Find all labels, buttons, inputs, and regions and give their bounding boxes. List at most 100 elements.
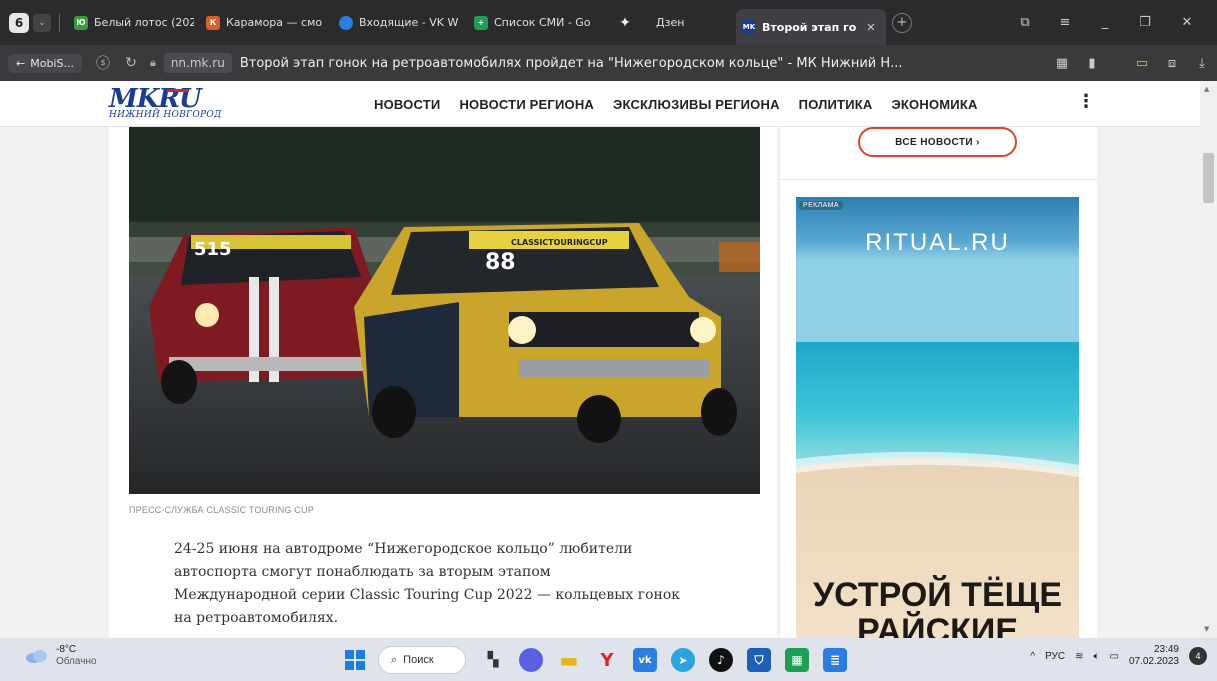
tab-label: Белый лотос (202: [94, 16, 194, 29]
race-cars-photo: 515 CLASSICTOURINGCUP 88: [129, 127, 760, 494]
menu-icon[interactable]: ≡: [1045, 0, 1085, 45]
article-photo: 515 CLASSICTOURINGCUP 88: [129, 127, 760, 494]
nav-link-politics[interactable]: ПОЛИТИКА: [799, 97, 873, 112]
clock-time: 23:49: [1153, 644, 1179, 655]
browser-tab-2[interactable]: К Карамора — смо: [200, 0, 333, 45]
wifi-icon[interactable]: ≋: [1075, 651, 1083, 662]
windshield-banner-text: CLASSICTOURINGCUP: [511, 238, 608, 247]
tab-label: Карамора — смо: [226, 16, 323, 29]
close-icon[interactable]: ✕: [866, 21, 875, 34]
search-label: Поиск: [403, 654, 434, 666]
task-view-icon[interactable]: ▚: [478, 645, 508, 675]
browser-tab-4[interactable]: + Список СМИ - Go: [468, 0, 608, 45]
tab-favicon-icon: MK: [742, 20, 756, 34]
windows-start-icon[interactable]: [340, 645, 370, 675]
site-logo[interactable]: MKRU НИЖНИЙ НОВГОРОД: [109, 86, 222, 120]
lead-line: 24-25 июня на автодроме “Нижегородское к…: [174, 541, 633, 557]
download-icon[interactable]: ⤓: [1187, 56, 1217, 71]
lock-icon: 🔒︎: [149, 56, 156, 69]
notifications-badge[interactable]: 4: [1189, 647, 1207, 665]
bookmark-icon[interactable]: ▮: [1077, 56, 1107, 71]
ad-beach-image: [796, 197, 1079, 638]
tab-separator: [59, 13, 60, 32]
nav-link-regional-exclusives[interactable]: ЭКСКЛЮЗИВЫ РЕГИОНА: [613, 97, 780, 112]
taskbar-apps: ⌕ Поиск ▚ ▬ Y vk ➤ ♪ ⛉ ▦ ≣: [340, 645, 858, 675]
site-header: MKRU НИЖНИЙ НОВГОРОД НОВОСТИ НОВОСТИ РЕГ…: [0, 81, 1200, 127]
tab-copy-icon[interactable]: ⧉: [1005, 0, 1045, 45]
logo-accent: [167, 89, 189, 92]
nav-link-regional-news[interactable]: НОВОСТИ РЕГИОНА: [459, 97, 594, 112]
vk-icon[interactable]: vk: [633, 648, 657, 672]
new-tab-button[interactable]: +: [892, 12, 912, 33]
lead-line: на ретроавтомобилях.: [174, 610, 339, 626]
tab-favicon-icon: +: [474, 15, 488, 30]
taskbar-search[interactable]: ⌕ Поиск: [378, 646, 466, 674]
browser-tab-3[interactable]: Входящие - VK W: [333, 0, 468, 45]
chevron-down-icon[interactable]: ⌄: [33, 13, 51, 32]
tab-favicon-icon: К: [206, 15, 220, 30]
browser-tab-active[interactable]: MK Второй этап го ✕: [736, 9, 886, 45]
tab-label: Второй этап го: [762, 20, 857, 34]
restore-button[interactable]: ❐: [1125, 0, 1165, 45]
scroll-up-icon[interactable]: ▲: [1204, 85, 1209, 93]
ad-brand: RITUAL.RU: [865, 229, 1010, 256]
tiktok-icon[interactable]: ♪: [709, 648, 733, 672]
back-button[interactable]: ← MobiS...: [8, 53, 82, 73]
ad-slogan-line: РАЙСКИЕ: [856, 612, 1019, 638]
browser-tab-1[interactable]: Ю Белый лотос (202: [68, 0, 200, 45]
tab-count-button[interactable]: 6: [9, 12, 29, 33]
tab-label: Дзен: [656, 16, 685, 29]
protect-icon[interactable]: ⓢ: [90, 53, 116, 73]
weather-widget[interactable]: -8°C Облачно: [24, 644, 97, 668]
docs-icon[interactable]: ≣: [823, 648, 847, 672]
browser-tab-5[interactable]: ✦ Дзен: [608, 0, 736, 45]
tab-favicon-icon: [339, 15, 353, 30]
nav-link-economy[interactable]: ЭКОНОМИКА: [891, 97, 977, 112]
clock[interactable]: 23:49 07.02.2023: [1129, 644, 1179, 668]
collections-icon[interactable]: ⧈: [1157, 56, 1187, 71]
battery-tray-icon[interactable]: ▭: [1109, 651, 1118, 662]
ad-slogan-line: УСТРОЙ ТЁЩЕ: [812, 576, 1063, 614]
more-menu-icon[interactable]: ⋮: [1077, 93, 1095, 111]
scroll-thumb[interactable]: [1203, 153, 1214, 203]
close-window-button[interactable]: ✕: [1167, 0, 1207, 45]
nav-link-news[interactable]: НОВОСТИ: [374, 97, 440, 112]
scroll-down-icon[interactable]: ▼: [1204, 625, 1209, 633]
page-scrollbar[interactable]: ▲ ▼: [1200, 81, 1217, 638]
advertisement-banner[interactable]: РЕКЛАМА RITUAL.RU УСТРОЙ ТЁЩЕ РАЙСКИЕ: [796, 197, 1079, 638]
yandex-browser-icon[interactable]: Y: [592, 645, 622, 675]
sidebar-divider: [780, 179, 1097, 180]
cloud-icon: [26, 650, 47, 663]
clock-date: 07.02.2023: [1128, 656, 1179, 667]
main-navigation: НОВОСТИ НОВОСТИ РЕГИОНА ЭКСКЛЮЗИВЫ РЕГИО…: [374, 81, 978, 127]
minimize-button[interactable]: _: [1085, 0, 1125, 45]
arrow-left-icon: ←: [16, 56, 26, 70]
article-column: 515 CLASSICTOURINGCUP 88 ПРЕСС-СЛУЖБА CL…: [109, 127, 777, 638]
logo-region-text: НИЖНИЙ НОВГОРОД: [109, 110, 222, 120]
address-bar-actions: ▦ ▮ ▭ ⧈ ⤓: [1047, 45, 1217, 81]
file-explorer-icon[interactable]: ▬: [554, 645, 584, 675]
spreadsheet-icon[interactable]: ▦: [785, 648, 809, 672]
windows-taskbar: -8°C Облачно ⌕ Поиск ▚ ▬ Y vk ➤ ♪ ⛉ ▦ ≣ …: [0, 638, 1217, 681]
battery-icon[interactable]: ▭: [1127, 56, 1157, 71]
address-page-title: Второй этап гонок на ретроавтомобилях пр…: [239, 55, 903, 71]
red-race-car: 515: [149, 227, 374, 404]
chevron-up-icon[interactable]: ^: [1030, 651, 1035, 662]
address-bar: ← MobiS... ⓢ ↻ 🔒︎ nn.mk.ru Второй этап г…: [0, 45, 1217, 81]
ad-badge: РЕКЛАМА: [799, 201, 843, 210]
browser-tab-bar: 6 ⌄ Ю Белый лотос (202 К Карамора — смо …: [0, 0, 1217, 45]
all-news-button[interactable]: ВСЕ НОВОСТИ ›: [858, 127, 1017, 157]
teams-chat-icon[interactable]: [519, 648, 543, 672]
input-language[interactable]: РУС: [1045, 651, 1065, 662]
extension-icon[interactable]: ▦: [1047, 56, 1077, 71]
article-lead: 24-25 июня на автодроме “Нижегородское к…: [174, 538, 734, 630]
volume-icon[interactable]: 🔈︎: [1093, 651, 1099, 662]
lead-line: Международной серии Classic Touring Cup …: [174, 587, 681, 603]
security-icon[interactable]: ⛉: [747, 648, 771, 672]
tab-label: Список СМИ - Go: [494, 16, 591, 29]
url-field[interactable]: 🔒︎ nn.mk.ru Второй этап гонок на ретроав…: [150, 50, 930, 76]
ad-slogan: УСТРОЙ ТЁЩЕ РАЙСКИЕ: [796, 577, 1079, 638]
telegram-icon[interactable]: ➤: [671, 648, 695, 672]
tab-label: Входящие - VK W: [359, 16, 459, 29]
reload-icon[interactable]: ↻: [118, 55, 144, 71]
